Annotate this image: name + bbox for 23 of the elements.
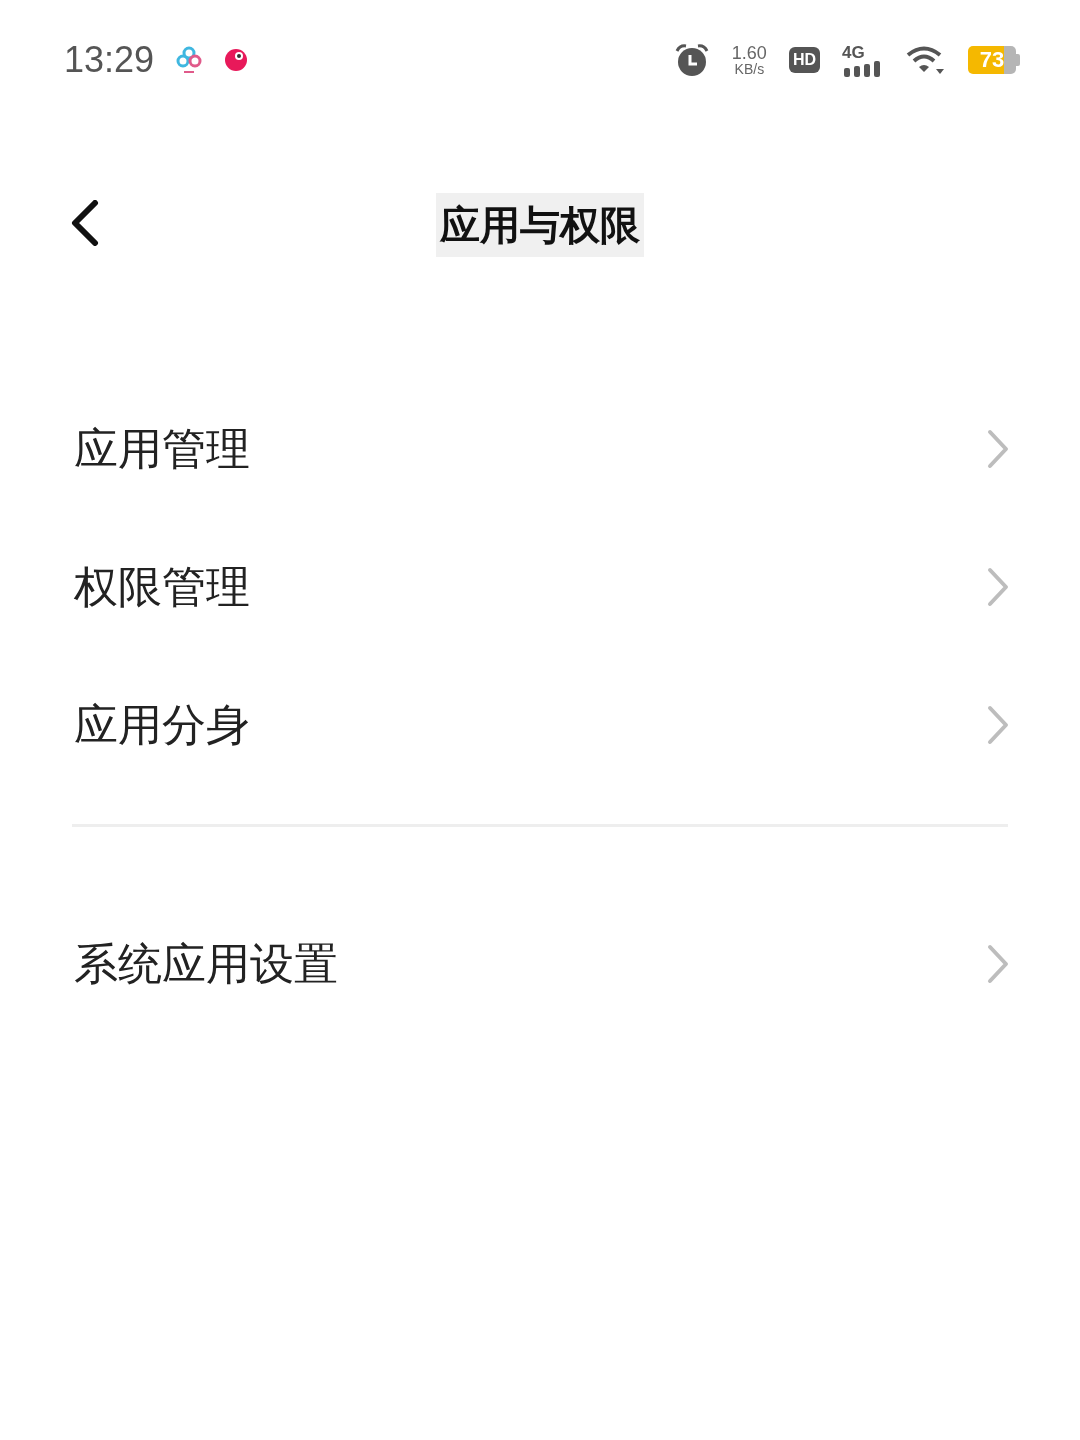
- cloud-app-icon: [176, 45, 203, 75]
- network-speed-unit: KB/s: [734, 62, 765, 76]
- settings-row[interactable]: 系统应用设置: [0, 895, 1080, 1033]
- chevron-right-icon: [986, 567, 1010, 607]
- hd-badge: HD: [788, 47, 820, 73]
- row-label: 应用管理: [74, 421, 250, 476]
- back-icon: [70, 200, 100, 246]
- settings-row[interactable]: 应用管理: [0, 380, 1080, 518]
- chevron-right-icon: [986, 944, 1010, 984]
- network-type: 4G: [842, 43, 865, 61]
- settings-row[interactable]: 应用分身: [0, 656, 1080, 794]
- alarm-icon: [673, 43, 710, 77]
- settings-row[interactable]: 权限管理: [0, 518, 1080, 656]
- status-time: 13:29: [64, 39, 155, 81]
- page-title: 应用与权限: [436, 193, 644, 257]
- row-label: 系统应用设置: [74, 936, 338, 991]
- chevron-right-icon: [986, 429, 1010, 469]
- chevron-right-icon: [986, 705, 1010, 745]
- row-label: 应用分身: [74, 697, 250, 752]
- network-speed-value: 1.60: [731, 44, 767, 62]
- wifi-icon: [906, 45, 946, 75]
- row-label: 权限管理: [74, 559, 250, 614]
- battery-level: 73: [979, 47, 1005, 73]
